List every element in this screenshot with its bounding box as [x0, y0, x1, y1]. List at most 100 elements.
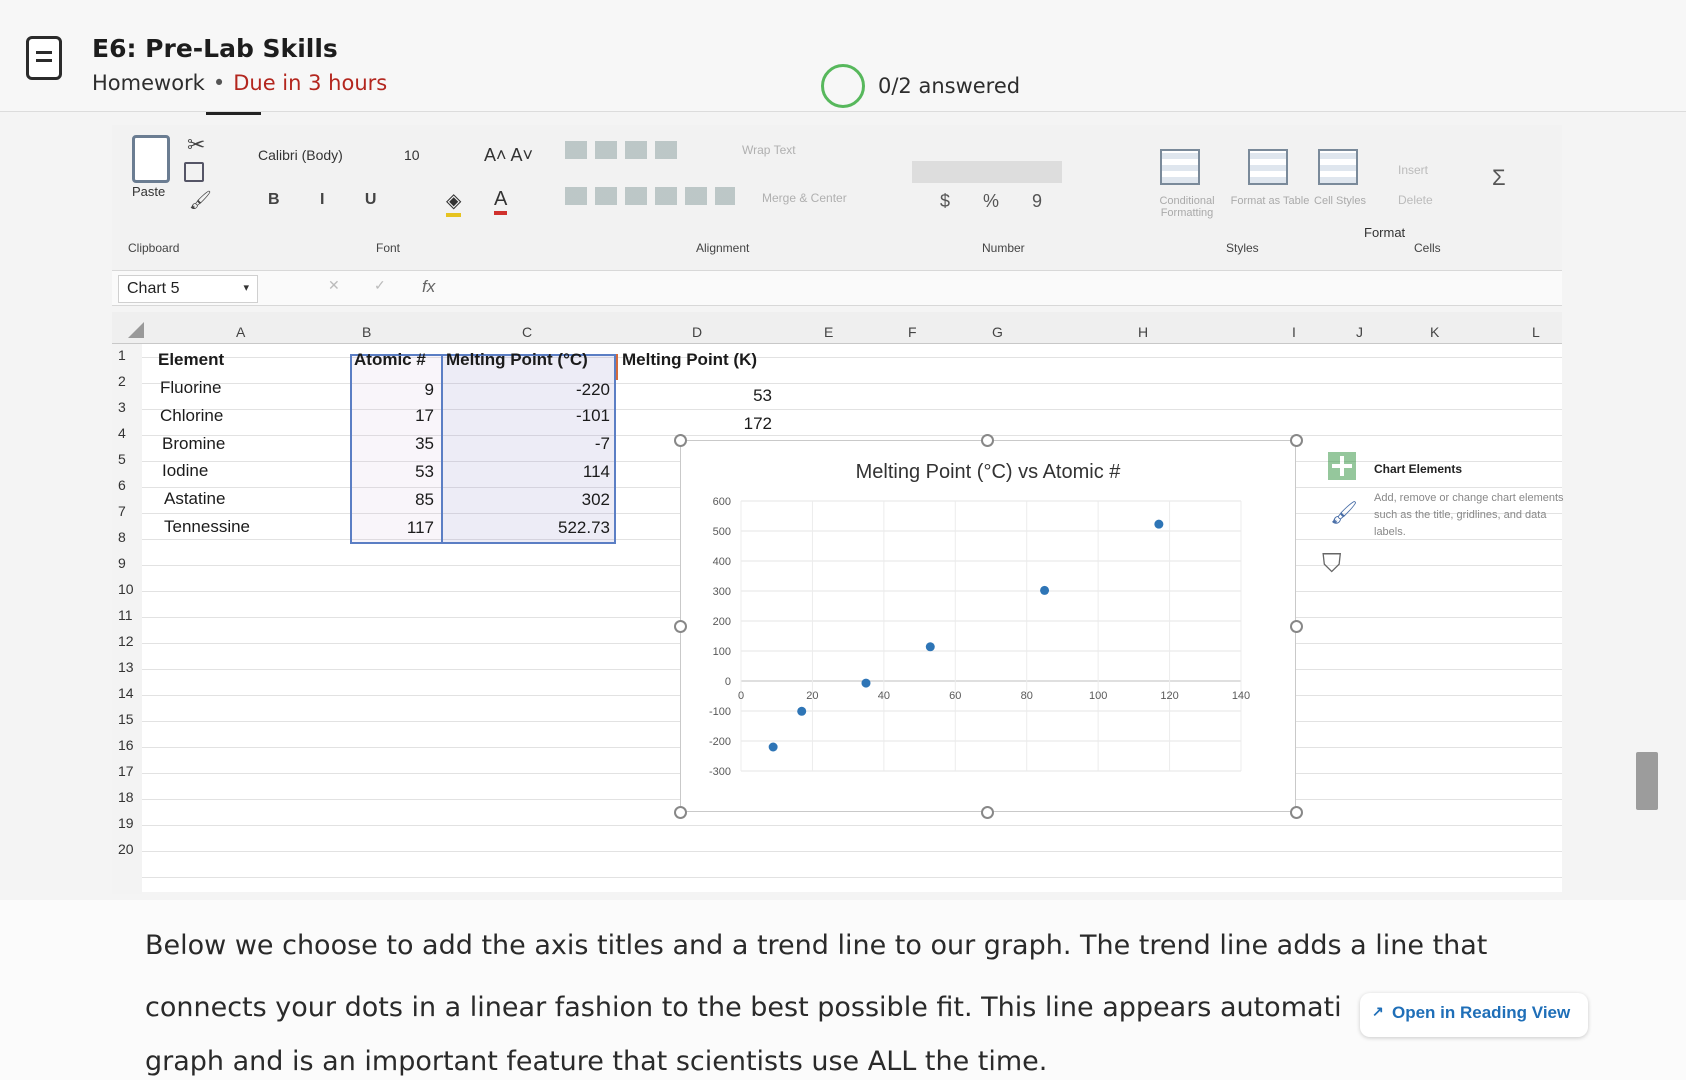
insert-cells-button[interactable]: Insert [1398, 163, 1428, 177]
cell-d1[interactable]: Melting Point (K) [622, 350, 757, 370]
delete-cells-button[interactable]: Delete [1398, 193, 1433, 207]
chart-styles-brush-icon[interactable]: 🖌 [1330, 500, 1358, 528]
font-name-dropdown[interactable]: Calibri (Body) [258, 147, 388, 171]
vertical-scrollbar[interactable] [1636, 752, 1658, 810]
cell-a3[interactable]: Chlorine [160, 406, 223, 426]
row-header[interactable]: 16 [118, 737, 134, 753]
scatter-chart[interactable]: Melting Point (°C) vs Atomic # 600 500 400… [680, 440, 1296, 812]
alignment-icons-row2[interactable] [565, 187, 735, 205]
cell-b1[interactable]: Atomic # [354, 350, 426, 370]
cell-d2[interactable]: 53 [622, 386, 772, 406]
chart-resize-handle[interactable] [981, 806, 994, 819]
column-header-d[interactable]: D [692, 324, 702, 340]
currency-percent-buttons[interactable]: $ % 9 [940, 191, 1056, 212]
copy-icon[interactable] [184, 162, 204, 182]
cell-c5[interactable]: 114 [446, 462, 610, 482]
paste-icon[interactable] [132, 135, 170, 183]
conditional-formatting-button[interactable]: Conditional Formatting [1132, 195, 1242, 219]
function-icon[interactable]: fx [422, 277, 435, 297]
row-header[interactable]: 3 [118, 399, 126, 415]
chart-filter-icon[interactable]: ⛉ [1322, 548, 1350, 578]
cell-styles-button[interactable]: Cell Styles [1310, 195, 1370, 207]
row-header[interactable]: 18 [118, 789, 134, 805]
cell-b7[interactable]: 117 [352, 518, 434, 538]
cell-c4[interactable]: -7 [446, 434, 610, 454]
column-header-g[interactable]: G [992, 324, 1003, 340]
column-header-l[interactable]: L [1532, 324, 1540, 340]
cell-a2[interactable]: Fluorine [160, 378, 221, 398]
row-header[interactable]: 20 [118, 841, 134, 857]
format-painter-icon[interactable]: 🖌 [189, 190, 212, 211]
row-header[interactable]: 4 [118, 425, 126, 441]
row-header[interactable]: 15 [118, 711, 134, 727]
name-box[interactable]: Chart 5 ▾ [118, 275, 258, 303]
cancel-icon[interactable]: ✕ [328, 277, 340, 294]
font-color-icon[interactable]: A [494, 188, 508, 215]
fill-color-icon[interactable]: ◈ [446, 188, 462, 217]
chart-resize-handle[interactable] [674, 620, 687, 633]
wrap-text-button[interactable]: Wrap Text [742, 143, 796, 157]
font-size-dropdown[interactable]: 10 [404, 147, 444, 171]
cell-a4[interactable]: Bromine [162, 434, 225, 454]
chart-resize-handle[interactable] [674, 434, 687, 447]
chart-elements-plus-icon[interactable] [1328, 452, 1356, 480]
cell-c6[interactable]: 302 [446, 490, 610, 510]
row-header[interactable]: 2 [118, 373, 126, 389]
column-header-h[interactable]: H [1138, 324, 1148, 340]
format-as-table-button[interactable]: Format as Table [1230, 195, 1310, 207]
column-header-f[interactable]: F [908, 324, 917, 340]
column-header-a[interactable]: A [236, 324, 245, 340]
row-header[interactable]: 8 [118, 529, 126, 545]
cell-b4[interactable]: 35 [352, 434, 434, 454]
cell-b5[interactable]: 53 [352, 462, 434, 482]
open-reading-view-button[interactable]: Open in Reading View [1360, 993, 1589, 1037]
number-format-dropdown[interactable] [912, 161, 1062, 183]
column-header-k[interactable]: K [1430, 324, 1439, 340]
row-header[interactable]: 13 [118, 659, 134, 675]
row-header[interactable]: 1 [118, 347, 126, 363]
row-header[interactable]: 7 [118, 503, 126, 519]
row-header[interactable]: 19 [118, 815, 134, 831]
cell-c3[interactable]: -101 [446, 406, 610, 426]
cell-c1[interactable]: Melting Point (°C) [446, 350, 588, 370]
cell-b3[interactable]: 17 [352, 406, 434, 426]
chart-resize-handle[interactable] [674, 806, 687, 819]
format-as-table-icon[interactable] [1248, 149, 1288, 185]
cell-c7[interactable]: 522.73 [446, 518, 610, 538]
enter-icon[interactable]: ✓ [374, 277, 386, 294]
cell-a7[interactable]: Tennessine [164, 517, 250, 537]
alignment-icons[interactable] [565, 141, 685, 159]
chart-resize-handle[interactable] [981, 434, 994, 447]
font-grow-shrink[interactable]: A˄ A˅ [484, 145, 533, 166]
cell-b2[interactable]: 9 [352, 380, 434, 400]
column-header-j[interactable]: J [1356, 324, 1363, 340]
chart-resize-handle[interactable] [1290, 434, 1303, 447]
row-header[interactable]: 11 [118, 607, 133, 623]
row-header[interactable]: 5 [118, 451, 126, 467]
column-header-i[interactable]: I [1292, 324, 1296, 340]
autosum-icon[interactable]: Σ [1492, 165, 1506, 191]
chart-resize-handle[interactable] [1290, 620, 1303, 633]
cell-b6[interactable]: 85 [352, 490, 434, 510]
row-header[interactable]: 10 [118, 581, 134, 597]
cell-a6[interactable]: Astatine [164, 489, 225, 509]
column-header-e[interactable]: E [824, 324, 833, 340]
row-header[interactable]: 14 [118, 685, 134, 701]
row-header[interactable]: 6 [118, 477, 126, 493]
cut-icon[interactable]: ✂ [187, 132, 205, 158]
format-cells-button[interactable]: Format [1364, 225, 1405, 240]
chevron-down-icon[interactable]: ▾ [243, 281, 249, 294]
column-header-c[interactable]: C [522, 324, 532, 340]
bold-italic-underline[interactable]: B I U [268, 191, 394, 209]
column-header-b[interactable]: B [362, 324, 371, 340]
paste-button[interactable]: Paste [132, 184, 165, 199]
select-all-corner[interactable] [128, 322, 144, 338]
row-header[interactable]: 17 [118, 763, 134, 779]
cell-styles-icon[interactable] [1318, 149, 1358, 185]
cell-a5[interactable]: Iodine [162, 461, 208, 481]
row-header[interactable]: 12 [118, 633, 134, 649]
merge-center-button[interactable]: Merge & Center [762, 191, 847, 205]
cell-a1[interactable]: Element [158, 350, 224, 370]
cell-c2[interactable]: -220 [446, 380, 610, 400]
cell-d3[interactable]: 172 [622, 414, 772, 434]
